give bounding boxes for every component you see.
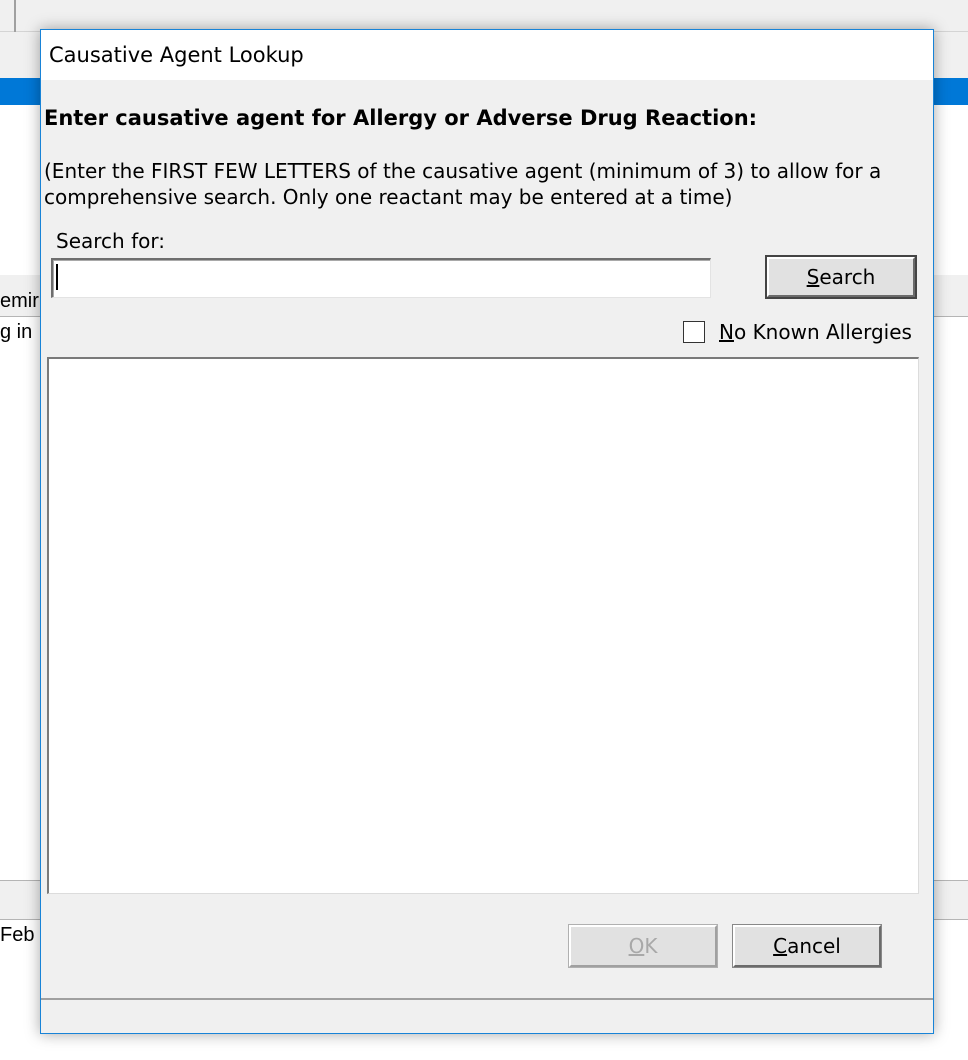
- cancel-button[interactable]: Cancel: [732, 924, 882, 968]
- screen: emir g in Feb 1 Causative Agent Lookup E…: [0, 0, 968, 1060]
- results-list[interactable]: [47, 357, 919, 894]
- causative-agent-lookup-dialog: Causative Agent Lookup Enter causative a…: [40, 29, 934, 1034]
- no-known-allergies-label: o Known Allergies: [733, 320, 912, 344]
- no-known-allergies-accel: N: [719, 320, 734, 344]
- search-button[interactable]: Search: [765, 255, 917, 299]
- ok-button[interactable]: OK: [568, 924, 718, 968]
- dialog-titlebar[interactable]: Causative Agent Lookup: [41, 30, 933, 80]
- splitter: [14, 0, 16, 32]
- search-input[interactable]: [51, 258, 711, 298]
- no-known-allergies-checkbox[interactable]: [683, 321, 705, 343]
- ok-button-accel: O: [628, 934, 645, 958]
- parent-text-fragment: emir: [0, 290, 39, 312]
- ok-button-label: K: [644, 934, 658, 958]
- parent-text-fragment: g in: [0, 321, 33, 343]
- parent-window-toolbar: [0, 0, 968, 32]
- instructions-text: (Enter the FIRST FEW LETTERS of the caus…: [44, 159, 882, 209]
- no-known-allergies-option[interactable]: No Known Allergies: [683, 320, 912, 344]
- cancel-button-accel: C: [773, 934, 788, 958]
- search-button-label: earch: [819, 265, 876, 289]
- dialog-title: Causative Agent Lookup: [49, 43, 304, 67]
- cancel-button-label: ancel: [787, 934, 841, 958]
- search-label: Search for:: [56, 229, 165, 253]
- dialog-heading: Enter causative agent for Allergy or Adv…: [44, 106, 758, 130]
- text-caret: [56, 264, 58, 290]
- search-button-accel: S: [806, 265, 820, 289]
- status-bar: [41, 998, 933, 1033]
